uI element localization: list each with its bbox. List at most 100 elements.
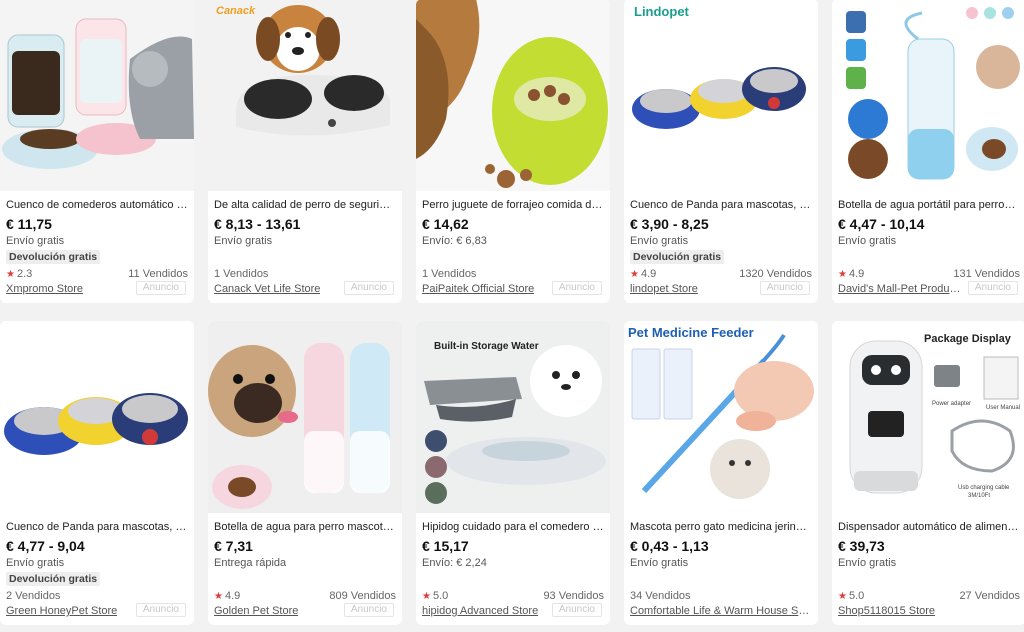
product-image[interactable] [208, 321, 402, 513]
store-link[interactable]: lindopet Store [630, 282, 698, 296]
image-caption: Built-in Storage Water [434, 341, 539, 352]
shipping-info: Envío gratis [214, 235, 273, 247]
product-price: € 4,77 - 9,04 [6, 538, 85, 554]
product-card[interactable]: Pet Medicine Feeder Mascota perro gato m… [624, 321, 818, 625]
sold-count: 11 Vendidos [128, 268, 188, 280]
shipping-info: Entrega rápida [214, 557, 287, 569]
image-label: User Manual [986, 405, 1021, 411]
shipping-info: Envío: € 6,83 [422, 235, 487, 247]
image-label: Power adapter [932, 401, 972, 407]
product-title[interactable]: Cuenco de Panda para mascotas, comedero … [630, 198, 812, 212]
shipping-info: Envío: € 2,24 [422, 557, 487, 569]
product-card[interactable]: Lindopet Cuenco de Panda para mascotas, … [624, 0, 818, 303]
sold-count: 131 Vendidos [953, 268, 1020, 280]
sold-count: 93 Vendidos [543, 590, 604, 602]
product-card[interactable]: Perro juguete de forrajeo comida dispens… [416, 0, 610, 303]
sold-count: 1 Vendidos [214, 268, 269, 280]
product-image[interactable] [416, 0, 610, 191]
product-card[interactable]: Built-in Storage Water Hipidog cuidado p… [416, 321, 610, 625]
sold-count: 2 Vendidos [6, 590, 61, 602]
rating-value: 2.3 [16, 268, 33, 280]
star-icon: ★ [838, 269, 847, 280]
rating: ★ 2.3 [6, 267, 32, 282]
product-title[interactable]: Mascota perro gato medicina jeringa alim… [630, 520, 812, 534]
ad-label: Anuncio [551, 281, 602, 295]
star-icon: ★ [422, 591, 431, 602]
store-link[interactable]: Golden Pet Store [214, 604, 298, 618]
shipping-info: Envío gratis [630, 235, 689, 247]
product-card[interactable]: Botella de agua para perro mascota portá… [208, 321, 402, 625]
product-price: € 15,17 [422, 538, 469, 554]
rating: ★ 5.0 [838, 589, 864, 604]
product-price: € 3,90 - 8,25 [630, 216, 709, 232]
rating-value: 4.9 [224, 590, 241, 602]
ad-label: Anuncio [551, 603, 602, 617]
sold-count: 809 Vendidos [329, 590, 396, 602]
product-image[interactable]: Built-in Storage Water [416, 321, 610, 513]
shipping-info: Envío gratis [838, 557, 897, 569]
product-price: € 0,43 - 1,13 [630, 538, 709, 554]
shipping-info: Envío gratis [6, 235, 65, 247]
product-title[interactable]: De alta calidad de perro de seguridad cu… [214, 198, 396, 212]
store-link[interactable]: Xmpromo Store [6, 282, 83, 296]
rating: ★ 4.9 [838, 267, 864, 282]
store-link[interactable]: Shop5118015 Store [838, 604, 935, 618]
rating-value: 4.9 [848, 268, 865, 280]
product-image[interactable] [832, 0, 1024, 191]
product-title[interactable]: Botella de agua portátil para perros y g… [838, 198, 1020, 212]
free-return-badge: Devolución gratis [6, 250, 101, 264]
store-link[interactable]: David's Mall-Pet Products Store [838, 282, 964, 296]
store-link[interactable]: Comfortable Life & Warm House Store [630, 604, 810, 618]
free-return-badge: Devolución gratis [6, 572, 101, 586]
product-image[interactable]: Canack [208, 0, 402, 191]
brand-logo: Lindopet [634, 4, 689, 19]
product-image[interactable]: Pet Medicine Feeder [624, 321, 818, 513]
ad-label: Anuncio [343, 281, 394, 295]
product-title[interactable]: Perro juguete de forrajeo comida dispens… [422, 198, 604, 212]
ad-label: Anuncio [343, 603, 394, 617]
product-price: € 39,73 [838, 538, 885, 554]
product-card[interactable]: Cuenco de Panda para mascotas, comedero … [0, 321, 194, 625]
rating-value: 5.0 [848, 590, 865, 602]
star-icon: ★ [6, 269, 15, 280]
product-price: € 7,31 [214, 538, 253, 554]
image-caption: Package Display [924, 333, 1011, 345]
sold-count: 1320 Vendidos [739, 268, 812, 280]
ad-label: Anuncio [967, 281, 1018, 295]
product-price: € 4,47 - 10,14 [838, 216, 925, 232]
product-image[interactable]: Lindopet [624, 0, 818, 191]
product-card[interactable]: Package Display Power adapter User Manua… [832, 321, 1024, 625]
sold-count: 27 Vendidos [959, 590, 1020, 602]
rating: ★ 4.9 [214, 589, 240, 604]
product-title[interactable]: Botella de agua para perro mascota portá… [214, 520, 396, 534]
rating-value: 5.0 [432, 590, 449, 602]
shipping-info: Envío gratis [838, 235, 897, 247]
image-label: Usb charging cable [958, 485, 1010, 491]
product-title[interactable]: Dispensador automático de alimentos para… [838, 520, 1020, 534]
store-link[interactable]: Green HoneyPet Store [6, 604, 117, 618]
product-image[interactable]: Package Display Power adapter User Manua… [832, 321, 1024, 513]
ad-label: Anuncio [135, 603, 186, 617]
product-card[interactable]: Canack De alta calidad de perro de segur… [208, 0, 402, 303]
star-icon: ★ [838, 591, 847, 602]
product-image[interactable] [0, 321, 194, 513]
brand-logo: Canack [216, 5, 256, 17]
product-card[interactable]: Botella de agua portátil para perros y g… [832, 0, 1024, 303]
ad-label: Anuncio [135, 281, 186, 295]
product-title[interactable]: Cuenco de Panda para mascotas, comedero … [6, 520, 188, 534]
rating: ★ 5.0 [422, 589, 448, 604]
product-title[interactable]: Hipidog cuidado para el comedero de agua [422, 520, 604, 534]
store-link[interactable]: PaiPaitek Official Store [422, 282, 534, 296]
product-image[interactable] [0, 0, 194, 191]
rating-value: 4.9 [640, 268, 657, 280]
product-price: € 8,13 - 13,61 [214, 216, 301, 232]
sold-count: 34 Vendidos [630, 590, 691, 602]
ad-label: Anuncio [759, 281, 810, 295]
rating: ★ 4.9 [630, 267, 656, 282]
product-grid: Cuenco de comederos automático para gato… [0, 0, 1024, 632]
image-caption: Pet Medicine Feeder [628, 325, 754, 340]
store-link[interactable]: hipidog Advanced Store [422, 604, 538, 618]
product-title[interactable]: Cuenco de comederos automático para gato… [6, 198, 188, 212]
store-link[interactable]: Canack Vet Life Store [214, 282, 320, 296]
product-card[interactable]: Cuenco de comederos automático para gato… [0, 0, 194, 303]
